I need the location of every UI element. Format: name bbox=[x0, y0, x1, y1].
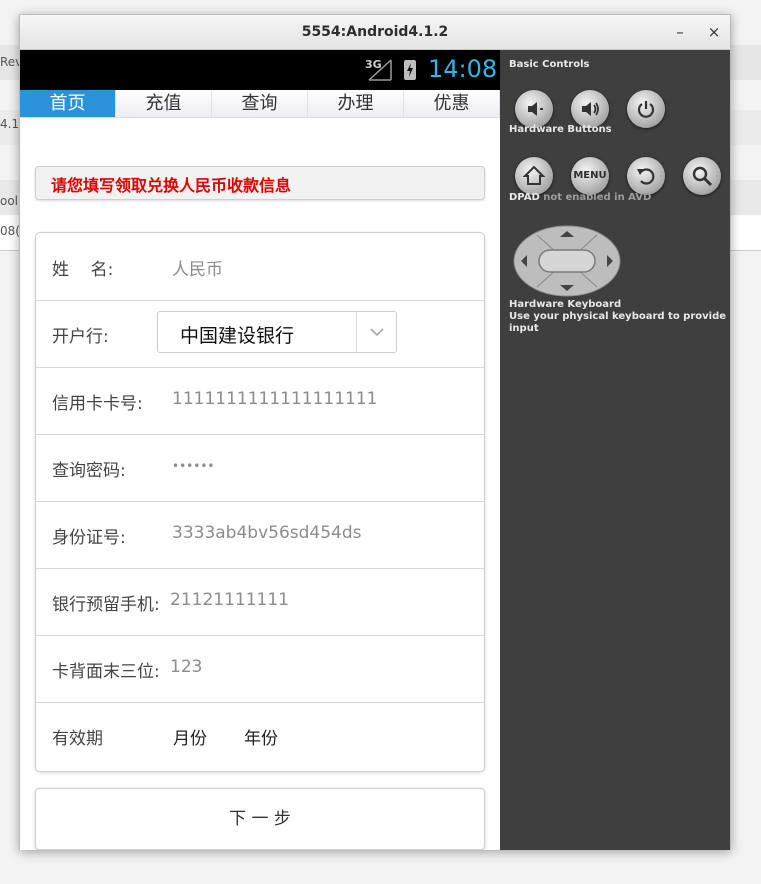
expiry-label: 有效期 bbox=[52, 729, 103, 749]
hardware-keyboard-info: Hardware Keyboard Use your physical keyb… bbox=[509, 299, 730, 335]
dpad-heading: DPAD not enabled in AVD bbox=[509, 192, 651, 203]
bank-label: 开户行: bbox=[52, 327, 109, 347]
dpad-note: not enabled in AVD bbox=[543, 192, 652, 203]
back-icon[interactable] bbox=[627, 157, 665, 195]
form-row-cvv: 卡背面末三位: 123 bbox=[36, 635, 484, 703]
background-fragment: 4.1 bbox=[0, 117, 20, 131]
form-row-id: 身份证号: 3333ab4bv56sd454ds bbox=[36, 501, 484, 569]
top-tab-bar: 首页 充值 查询 办理 优惠 bbox=[20, 90, 500, 118]
form-row-expiry: 有效期 月份 年份 bbox=[36, 702, 484, 769]
phone-input[interactable]: 21121111111 bbox=[170, 590, 289, 610]
expiry-year-select[interactable]: 年份 bbox=[244, 724, 278, 749]
signal-icon: 3G bbox=[365, 58, 395, 82]
minimize-button[interactable]: – bbox=[670, 22, 690, 42]
search-icon[interactable] bbox=[683, 157, 721, 195]
background-fragment: 08( bbox=[0, 224, 20, 238]
card-number-input[interactable]: 1111111111111111111 bbox=[172, 389, 378, 409]
password-label: 查询密码: bbox=[52, 461, 126, 481]
volume-down-icon[interactable] bbox=[515, 90, 553, 128]
cvv-label: 卡背面末三位: bbox=[52, 662, 160, 682]
hardware-buttons-heading: Hardware Buttons bbox=[509, 124, 612, 135]
dpad-control[interactable] bbox=[513, 225, 621, 297]
phone-screen: 3G 14:08 首页 充值 查询 办理 优惠 请您填写领取兑换人民币收款信息 bbox=[20, 50, 500, 850]
cvv-input[interactable]: 123 bbox=[170, 657, 202, 677]
form-row-card: 信用卡卡号: 1111111111111111111 bbox=[36, 367, 484, 435]
password-input[interactable]: •••••• bbox=[172, 459, 214, 473]
name-input[interactable]: 人民币 bbox=[172, 255, 223, 280]
status-bar: 3G 14:08 bbox=[20, 50, 500, 90]
chevron-down-icon[interactable] bbox=[356, 312, 396, 352]
next-step-button[interactable]: 下 一 步 bbox=[35, 788, 485, 850]
id-number-input[interactable]: 3333ab4bv56sd454ds bbox=[172, 523, 362, 543]
phone-label: 银行预留手机: bbox=[52, 595, 160, 615]
dpad-label: DPAD bbox=[509, 192, 540, 203]
form-row-bank: 开户行: 中国建设银行 bbox=[36, 300, 484, 368]
payment-info-form: 姓 名: 人民币 开户行: 中国建设银行 信用卡卡号: 111111111111… bbox=[35, 232, 485, 772]
form-row-password: 查询密码: •••••• bbox=[36, 434, 484, 502]
status-time: 14:08 bbox=[428, 55, 498, 83]
form-row-phone: 银行预留手机: 21121111111 bbox=[36, 568, 484, 636]
expiry-month-select[interactable]: 月份 bbox=[173, 724, 207, 749]
background-fragment: ool bbox=[0, 194, 19, 208]
keyboard-hint: Use your physical keyboard to provide in… bbox=[509, 311, 727, 334]
tab-query[interactable]: 查询 bbox=[212, 90, 308, 117]
notice-text: 请您填写领取兑换人民币收款信息 bbox=[51, 176, 292, 195]
window-title: 5554:Android4.1.2 bbox=[301, 24, 449, 40]
id-label: 身份证号: bbox=[52, 528, 126, 548]
battery-charging-icon bbox=[404, 60, 416, 80]
tab-home[interactable]: 首页 bbox=[20, 90, 116, 117]
power-icon[interactable] bbox=[627, 90, 665, 128]
bank-select[interactable]: 中国建设银行 bbox=[157, 311, 397, 353]
emulator-window: 5554:Android4.1.2 – × 3G 14:08 首页 充值 查询 … bbox=[19, 14, 731, 850]
notice-banner: 请您填写领取兑换人民币收款信息 bbox=[35, 166, 485, 200]
tab-recharge[interactable]: 充值 bbox=[116, 90, 212, 117]
name-label: 姓 名: bbox=[52, 260, 114, 280]
tab-offers[interactable]: 优惠 bbox=[404, 90, 500, 117]
close-button[interactable]: × bbox=[704, 22, 724, 42]
bank-select-value: 中国建设银行 bbox=[180, 325, 295, 347]
basic-controls-heading: Basic Controls bbox=[509, 59, 590, 70]
card-label: 信用卡卡号: bbox=[52, 394, 143, 414]
home-icon[interactable] bbox=[515, 157, 553, 195]
form-row-name: 姓 名: 人民币 bbox=[36, 233, 484, 301]
keyboard-title: Hardware Keyboard bbox=[509, 299, 622, 310]
emulator-controls-panel: Basic Controls Hardware Buttons MENU DPA… bbox=[500, 50, 730, 850]
volume-up-icon[interactable] bbox=[571, 90, 609, 128]
tab-handle[interactable]: 办理 bbox=[308, 90, 404, 117]
window-titlebar[interactable]: 5554:Android4.1.2 – × bbox=[20, 15, 730, 50]
menu-button[interactable]: MENU bbox=[571, 157, 609, 195]
